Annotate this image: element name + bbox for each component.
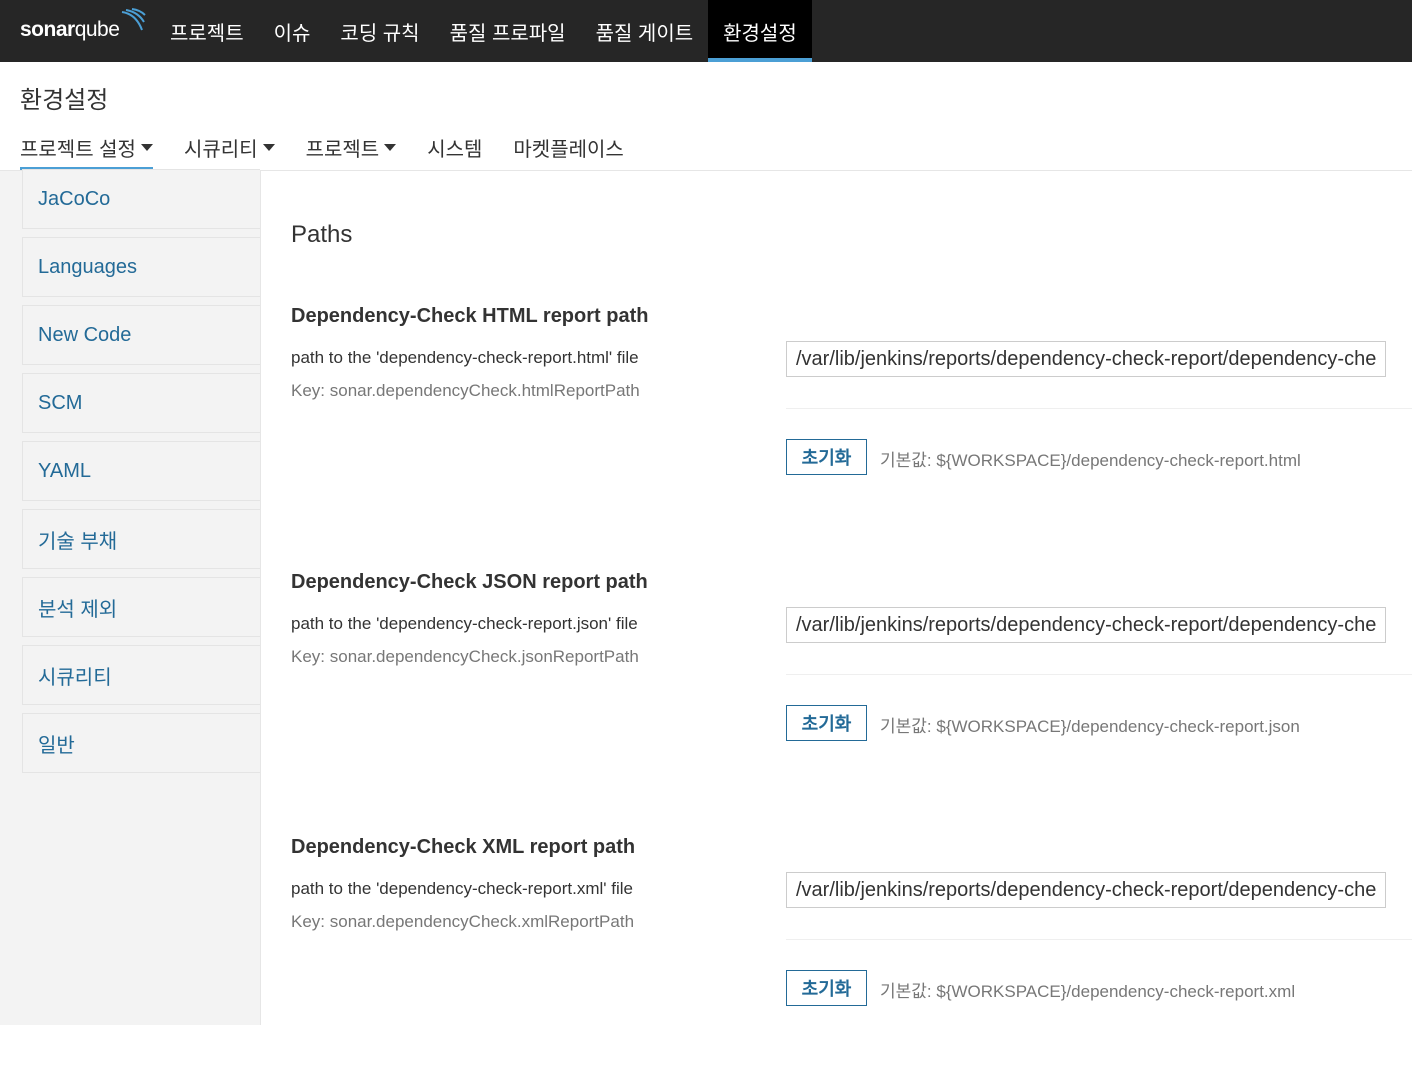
setting-name: Dependency-Check XML report path — [291, 836, 636, 858]
sidebar-item-new-code[interactable]: New Code — [22, 305, 260, 365]
divider — [786, 939, 1412, 940]
page-title: 환경설정 — [20, 87, 109, 114]
xml-report-path-input[interactable] — [786, 872, 1386, 908]
logo-text-qube: qube — [74, 18, 120, 41]
tab-project-settings[interactable]: 프로젝트 설정 — [20, 133, 153, 170]
sidebar-item-technical-debt[interactable]: 기술 부채 — [22, 509, 260, 569]
sonar-waves-icon — [121, 8, 146, 31]
caret-down-icon — [384, 144, 397, 151]
logo-text: sonar — [20, 18, 75, 41]
json-report-path-input[interactable] — [786, 607, 1386, 643]
tab-label: 시큐리티 — [183, 139, 258, 161]
setting-name: Dependency-Check HTML report path — [291, 305, 649, 327]
sidebar-item-security[interactable]: 시큐리티 — [22, 645, 260, 705]
setting-key: Key: sonar.dependencyCheck.htmlReportPat… — [291, 381, 640, 400]
default-value: 기본값: ${WORKSPACE}/dependency-check-repor… — [880, 982, 1296, 1001]
tab-marketplace[interactable]: 마켓플레이스 — [513, 133, 623, 169]
section-title: Paths — [291, 221, 353, 248]
nav-quality-profiles[interactable]: 품질 프로파일 — [435, 0, 581, 62]
top-navbar: sonarqube 프로젝트 이슈 코딩 규칙 품질 프로파일 품질 게이트 환… — [0, 0, 1412, 62]
sidebar-item-jacoco[interactable]: JaCoCo — [22, 169, 260, 229]
html-report-path-input[interactable] — [786, 341, 1386, 377]
setting-description: path to the 'dependency-check-report.xml… — [291, 879, 633, 898]
setting-description: path to the 'dependency-check-report.jso… — [291, 614, 638, 633]
nav-issues[interactable]: 이슈 — [259, 0, 326, 62]
sonarqube-logo[interactable]: sonarqube — [20, 8, 146, 50]
reset-button[interactable]: 초기화 — [786, 970, 867, 1006]
main-nav: 프로젝트 이슈 코딩 규칙 품질 프로파일 품질 게이트 환경설정 — [155, 0, 812, 62]
settings-subnav: 프로젝트 설정 시큐리티 프로젝트 시스템 마켓플레이스 — [20, 133, 655, 171]
setting-json-report-path: Dependency-Check JSON report path path t… — [291, 571, 1412, 811]
divider — [786, 408, 1412, 409]
tab-projects[interactable]: 프로젝트 — [306, 133, 397, 169]
setting-html-report-path: Dependency-Check HTML report path path t… — [291, 305, 1412, 545]
reset-button[interactable]: 초기화 — [786, 439, 867, 475]
nav-administration[interactable]: 환경설정 — [708, 0, 812, 62]
tab-label: 프로젝트 설정 — [20, 139, 136, 161]
sidebar-item-yaml[interactable]: YAML — [22, 441, 260, 501]
setting-key: Key: sonar.dependencyCheck.jsonReportPat… — [291, 647, 639, 666]
nav-projects[interactable]: 프로젝트 — [155, 0, 259, 62]
reset-button[interactable]: 초기화 — [786, 705, 867, 741]
sidebar-item-languages[interactable]: Languages — [22, 237, 260, 297]
sidebar-item-general[interactable]: 일반 — [22, 713, 260, 773]
settings-main: Paths Dependency-Check HTML report path … — [261, 171, 1412, 1025]
sidebar-item-scm[interactable]: SCM — [22, 373, 260, 433]
sidebar-item-exclusions[interactable]: 분석 제외 — [22, 577, 260, 637]
setting-key: Key: sonar.dependencyCheck.xmlReportPath — [291, 912, 635, 931]
tab-system[interactable]: 시스템 — [427, 133, 482, 169]
tab-label: 프로젝트 — [305, 139, 380, 161]
default-value: 기본값: ${WORKSPACE}/dependency-check-repor… — [880, 451, 1301, 470]
caret-down-icon — [140, 144, 153, 151]
default-value: 기본값: ${WORKSPACE}/dependency-check-repor… — [880, 717, 1300, 736]
nav-rules[interactable]: 코딩 규칙 — [325, 0, 434, 62]
tab-security[interactable]: 시큐리티 — [184, 133, 275, 169]
nav-quality-gates[interactable]: 품질 게이트 — [581, 0, 709, 62]
setting-name: Dependency-Check JSON report path — [291, 571, 648, 593]
setting-xml-report-path: Dependency-Check XML report path path to… — [291, 836, 1412, 1076]
category-sidebar: JaCoCo Languages New Code SCM YAML 기술 부채… — [0, 169, 261, 1025]
setting-description: path to the 'dependency-check-report.htm… — [291, 348, 639, 367]
divider — [786, 674, 1412, 675]
caret-down-icon — [262, 144, 275, 151]
